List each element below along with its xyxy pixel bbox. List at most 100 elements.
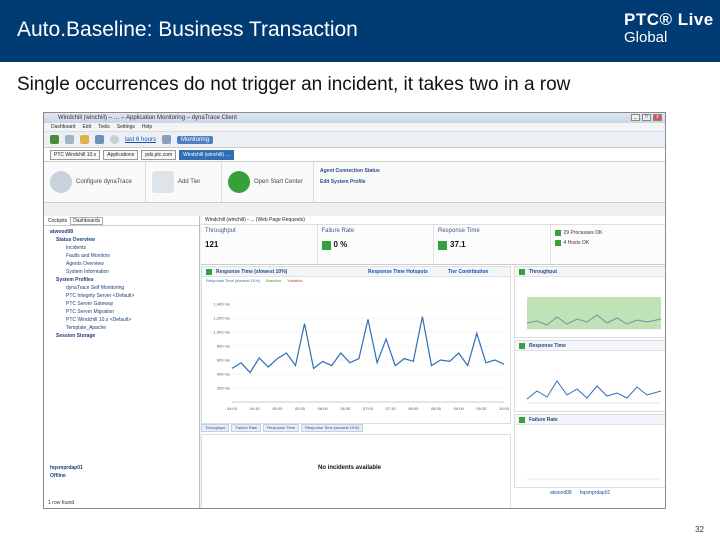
processes-ok: 29 Processes OK	[554, 228, 663, 238]
kpi-throughput[interactable]: Throughput 121	[201, 225, 318, 264]
tab-throughput[interactable]: Throughput	[201, 424, 230, 432]
tree-item[interactable]: PTC Windchill 10.x <Default>	[44, 316, 199, 324]
tree-item[interactable]: System Profiles	[44, 276, 199, 284]
menu-edit[interactable]: Edit	[82, 123, 91, 131]
kpi-label: Throughput	[205, 228, 236, 234]
hotspots-link[interactable]: Response Time Hotspots	[368, 267, 428, 277]
y-tick-label: 1,000 ms	[214, 330, 230, 335]
tree-item-hqsmprdap01[interactable]: hqsmprdap01	[50, 464, 83, 472]
dashboard-pane: Windchill (winchill) - ... (Web Page Req…	[201, 216, 666, 508]
tree-item[interactable]: Incidents	[44, 244, 199, 252]
slide-header: Auto.Baseline: Business Transaction PTC®…	[0, 0, 720, 62]
crumb-business-transaction[interactable]: Windchill (winchill) …	[179, 149, 235, 160]
kpi-health[interactable]: 29 Processes OK 4 Hosts OK	[551, 225, 666, 264]
add-tier-button[interactable]: Add Tier	[146, 162, 222, 202]
tree-item[interactable]: PTC Server Migration	[44, 308, 199, 316]
tree-item[interactable]: Session Storage	[44, 332, 199, 340]
x-tick-label: 05:00	[272, 406, 283, 411]
dynatrace-client-window: Windchill (winchill) – … – Application M…	[43, 112, 666, 509]
save-icon[interactable]	[95, 135, 104, 144]
y-tick-label: 400 ms	[217, 372, 230, 377]
slide-title: Auto.Baseline: Business Transaction	[17, 18, 358, 41]
maximize-button[interactable]: □	[642, 114, 651, 121]
tab-response-time-slowest[interactable]: Response Time (slowest 10%)	[301, 424, 364, 432]
y-tick-label: 1,400 ms	[214, 302, 230, 307]
legend-violation: Violation	[287, 278, 303, 283]
hosts-ok: 4 Hosts OK	[554, 238, 663, 248]
crumb-system-profile[interactable]: PTC Windchill 10.x	[50, 149, 101, 160]
kpi-label: Failure Rate	[321, 228, 355, 234]
y-tick-label: 1,200 ms	[214, 316, 230, 321]
x-tick-label: 09:00	[454, 406, 465, 411]
x-tick-label: 04:00	[227, 406, 238, 411]
kpi-response-time[interactable]: Response Time 37.1	[434, 225, 551, 264]
menu-tools[interactable]: Tools	[98, 123, 110, 131]
configure-label: Configure dynaTrace	[76, 179, 132, 185]
tree-item[interactable]: Template_Apache	[44, 324, 199, 332]
configure-button[interactable]: Configure dynaTrace	[44, 162, 146, 202]
kpi-failure-rate[interactable]: Failure Rate 0 %	[318, 225, 434, 264]
tab-failure-rate[interactable]: Failure Rate	[231, 424, 262, 432]
minimize-button[interactable]: _	[631, 114, 640, 121]
kpi-row: Throughput 121 Failure Rate 0 % Response…	[201, 225, 666, 265]
kpi-value: 0 %	[333, 240, 348, 249]
tree-item[interactable]: Agents Overview	[44, 260, 199, 268]
forward-icon[interactable]	[65, 135, 74, 144]
y-tick-label: 600 ms	[217, 358, 230, 363]
status-square-icon	[554, 229, 561, 236]
dashboards-tab[interactable]: Dashboards	[70, 216, 104, 225]
clock-icon	[110, 135, 119, 144]
response-time-line-chart: 1,400 ms 1,200 ms 1,000 ms 800 ms 600 ms 400 …	[214, 302, 510, 412]
open-start-center-button[interactable]: Open Start Center	[222, 162, 314, 202]
chart-title: Response Time (slowest 10%) Response Tim…	[202, 267, 510, 277]
crumb-application[interactable]: pds.ptc.com	[141, 149, 177, 160]
side-chart-panels: Throughput Response Time Failure Rate at…	[514, 266, 665, 508]
crumb-applications[interactable]: Applications	[103, 149, 139, 160]
menu-settings[interactable]: Settings	[117, 123, 135, 131]
ptc-live-global-logo: PTC® Live Global	[624, 10, 714, 46]
menu-help[interactable]: Help	[142, 123, 152, 131]
x-tick-label: 06:30	[340, 406, 351, 411]
tier-contribution-link[interactable]: Tier Contribution	[448, 267, 488, 277]
settings-icon[interactable]	[162, 135, 172, 144]
monitoring-mode-chip[interactable]: Monitoring	[177, 135, 214, 144]
tree-item[interactable]: PTC Integrity Server <Default>	[44, 292, 199, 300]
breadcrumb: PTC Windchill 10.x Applications pds.ptc.…	[44, 148, 665, 162]
logo-subtext: Global	[624, 29, 668, 46]
menu-dashboard[interactable]: Dashboard	[51, 123, 75, 131]
logo-text: PTC® Live	[624, 10, 714, 29]
tree-item[interactable]: PTC Server Gateway	[44, 300, 199, 308]
cockpits-tab[interactable]: Cockpits	[48, 218, 67, 224]
tree-item[interactable]: dynaTrace Self Monitoring	[44, 284, 199, 292]
response-time-mini-chart	[526, 380, 662, 404]
tab-response-time[interactable]: Response Time	[263, 424, 300, 432]
chart-legend: Response Time (slowest 10%) Baseline Vio…	[202, 277, 510, 284]
x-tick-label: 06:00	[318, 406, 329, 411]
x-tick-label: 10:00	[499, 406, 510, 411]
edit-icon[interactable]	[80, 135, 89, 144]
back-icon[interactable]	[50, 135, 59, 144]
panel-title: Throughput	[515, 267, 665, 277]
tree-item[interactable]: atwood08	[44, 228, 199, 236]
wrench-icon	[50, 171, 72, 193]
tree-item[interactable]: Faults and Monitors	[44, 252, 199, 260]
y-tick-label: 200 ms	[217, 386, 230, 391]
agent-connection-status-link[interactable]: Agent Connection Status	[320, 168, 380, 174]
play-icon	[228, 171, 250, 193]
x-tick-label: 08:00	[408, 406, 419, 411]
timeframe-link[interactable]: last 6 hours	[125, 137, 156, 143]
dashboard-header: Windchill (winchill) - ... (Web Page Req…	[201, 216, 665, 225]
y-tick-label: 800 ms	[217, 344, 230, 349]
close-button[interactable]: x	[653, 114, 662, 121]
response-time-panel: Response Time	[514, 340, 665, 412]
edit-system-profile-link[interactable]: Edit System Profile	[320, 179, 380, 185]
status-square-icon	[321, 240, 331, 250]
slide-page-number: 32	[695, 525, 704, 534]
tree-item[interactable]: System Information	[44, 268, 199, 276]
window-titlebar: Windchill (winchill) – … – Application M…	[44, 113, 665, 123]
incidents-panel: No incidents available	[201, 434, 511, 508]
tree-item[interactable]: Status Overview	[44, 236, 199, 244]
tree-item-offline[interactable]: Offline	[50, 472, 83, 480]
x-tick-label: 07:30	[386, 406, 397, 411]
window-title: Windchill (winchill) – … – Application M…	[58, 115, 237, 121]
